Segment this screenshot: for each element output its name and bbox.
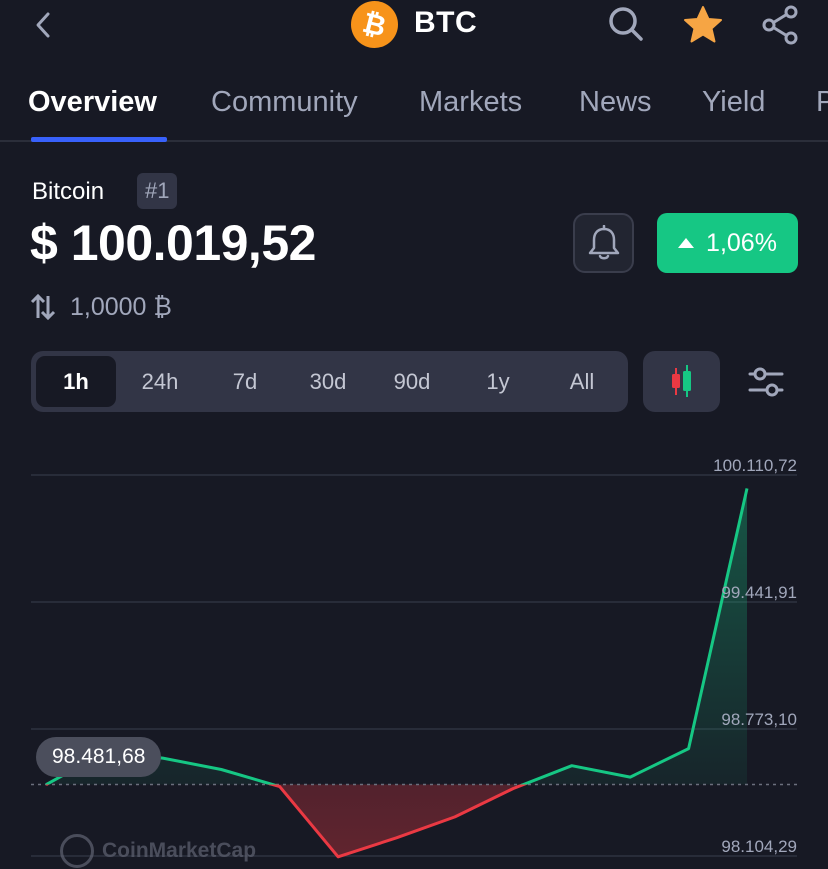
coinmarketcap-logo-icon [60,834,94,868]
chart-point [451,813,459,821]
range-all[interactable]: All [543,356,621,407]
tab-markets[interactable]: Markets [419,86,522,119]
share-button[interactable] [760,4,800,46]
y-tick-label: 99.441,91 [721,583,797,602]
coin-name: Bitcoin [32,178,105,205]
back-button[interactable] [28,8,60,42]
range-7d[interactable]: 7d [206,356,284,407]
rank-badge: #1 [137,173,178,209]
range-90d[interactable]: 90d [373,356,451,407]
bitcoin-logo-icon: ₿ [351,1,398,48]
page-title: BTC [414,6,478,39]
chart-point [42,781,50,789]
bitcoin-glyph: ₿ [359,5,390,44]
range-30d[interactable]: 30d [289,356,367,407]
chart-point [743,484,751,492]
watermark: CoinMarketCap [60,832,256,869]
section-tabs: Overview Community Markets News Yield P [0,80,828,142]
search-icon [609,7,643,41]
price-change-badge: 1,06% [657,213,798,273]
tab-yield[interactable]: Yield [702,86,765,119]
price-change-value: 1,06% [706,228,777,257]
time-range-selector: 1h 24h 7d 30d 90d 1y All [31,351,628,412]
watermark-text: CoinMarketCap [102,839,257,862]
chart-point [276,783,284,791]
tab-overview[interactable]: Overview [28,86,157,119]
top-bar: ₿ BTC [0,0,828,56]
bell-icon [588,225,619,260]
chart-point [217,765,225,773]
sliders-icon [748,367,784,397]
coin-price: $ 100.019,52 [30,215,316,271]
chart-point [568,762,576,770]
triangle-up-icon [678,238,695,248]
price-chart[interactable] [0,440,828,869]
reference-price-tag: 98.481,68 [36,737,162,777]
chart-point [626,773,634,781]
tab-news[interactable]: News [579,86,652,119]
y-tick-label: 98.104,29 [721,837,797,856]
y-tick-label: 100.110,72 [713,456,797,475]
star-icon [684,6,722,43]
search-button[interactable] [606,4,646,44]
range-1y[interactable]: 1y [459,356,537,407]
swap-vertical-icon[interactable] [30,293,56,321]
chart-point [334,853,342,861]
chart-point [685,745,693,753]
chevron-left-icon [36,12,50,38]
range-24h[interactable]: 24h [121,356,199,407]
converted-amount: 1,0000 ₿ [70,293,172,321]
tab-community[interactable]: Community [211,86,358,119]
price-alert-button[interactable] [573,213,634,273]
chart-point [509,784,517,792]
chart-point [393,834,401,842]
favorite-button[interactable] [682,4,724,46]
chart-settings-button[interactable] [746,364,786,400]
active-tab-indicator [31,137,167,142]
tab-more[interactable]: P [816,86,828,119]
share-icon [762,5,798,45]
down-area-fill [46,784,747,857]
candlestick-icon [672,365,691,397]
chart-type-toggle[interactable] [643,351,720,412]
range-1h[interactable]: 1h [36,356,116,407]
y-tick-label: 98.773,10 [721,710,797,729]
